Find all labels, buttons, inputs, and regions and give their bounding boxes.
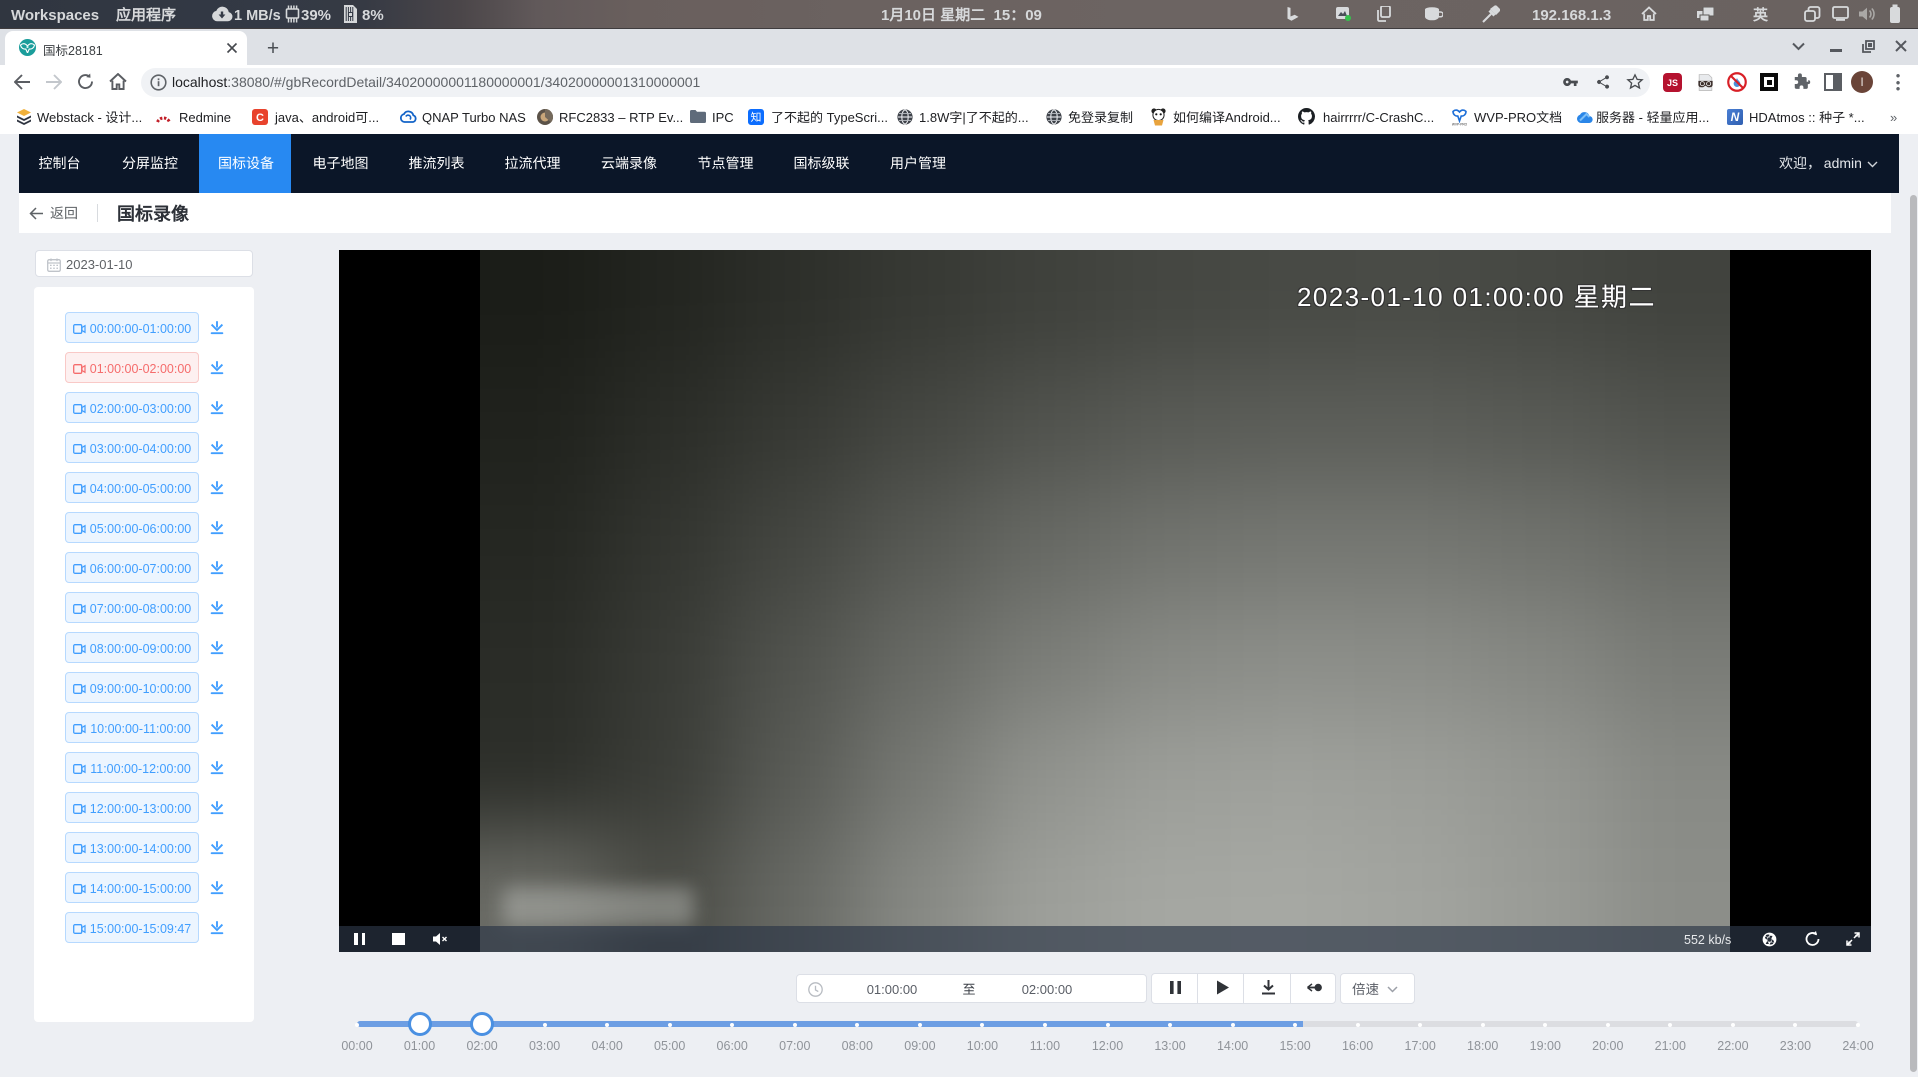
svg-text:WVP-PRO: WVP-PRO xyxy=(1452,122,1467,127)
